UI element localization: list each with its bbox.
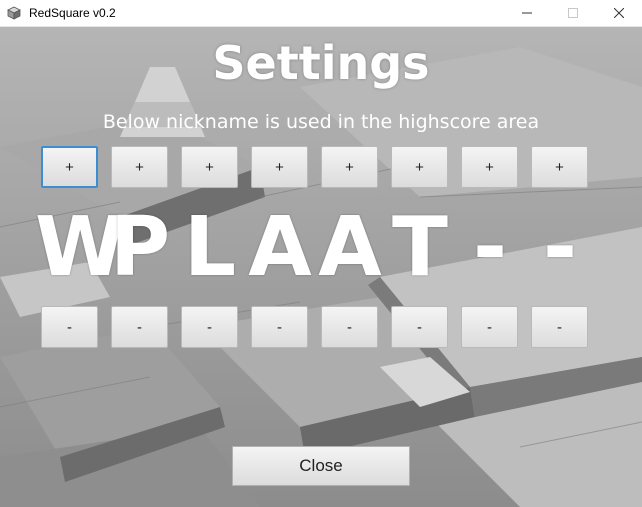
- settings-panel: Settings Below nickname is used in the h…: [0, 27, 642, 507]
- nickname-letter: L: [183, 200, 237, 295]
- decrement-letter-7-button[interactable]: -: [461, 306, 518, 348]
- nickname-letter: W: [35, 200, 126, 295]
- nickname-letter: A: [248, 200, 312, 295]
- nickname-display: W P L A A T - -: [0, 203, 642, 293]
- increment-letter-1-button[interactable]: +: [41, 146, 98, 188]
- close-button[interactable]: Close: [232, 446, 410, 486]
- decrement-letter-4-button[interactable]: -: [251, 306, 308, 348]
- decrement-row: - - - - - - - -: [0, 306, 642, 350]
- increment-letter-7-button[interactable]: +: [461, 146, 518, 188]
- minimize-icon[interactable]: [504, 0, 550, 26]
- nickname-description: Below nickname is used in the highscore …: [102, 111, 540, 133]
- window-title: RedSquare v0.2: [29, 6, 116, 20]
- increment-row: + + + + + + + +: [0, 146, 642, 190]
- decrement-letter-3-button[interactable]: -: [181, 306, 238, 348]
- decrement-letter-6-button[interactable]: -: [391, 306, 448, 348]
- maximize-icon: [550, 0, 596, 26]
- page-title: Settings: [212, 36, 430, 90]
- close-icon[interactable]: [596, 0, 642, 26]
- nickname-letter: A: [318, 200, 382, 295]
- increment-letter-5-button[interactable]: +: [321, 146, 378, 188]
- nickname-letter: -: [472, 200, 508, 295]
- increment-letter-4-button[interactable]: +: [251, 146, 308, 188]
- increment-letter-2-button[interactable]: +: [111, 146, 168, 188]
- decrement-letter-8-button[interactable]: -: [531, 306, 588, 348]
- nickname-letter: T: [392, 200, 448, 295]
- decrement-letter-5-button[interactable]: -: [321, 306, 378, 348]
- decrement-letter-2-button[interactable]: -: [111, 306, 168, 348]
- decrement-letter-1-button[interactable]: -: [41, 306, 98, 348]
- nickname-letter: P: [109, 200, 171, 295]
- nickname-letter: -: [542, 200, 578, 295]
- window-titlebar[interactable]: RedSquare v0.2: [0, 0, 642, 27]
- increment-letter-3-button[interactable]: +: [181, 146, 238, 188]
- app-cube-icon: [7, 6, 21, 20]
- increment-letter-6-button[interactable]: +: [391, 146, 448, 188]
- increment-letter-8-button[interactable]: +: [531, 146, 588, 188]
